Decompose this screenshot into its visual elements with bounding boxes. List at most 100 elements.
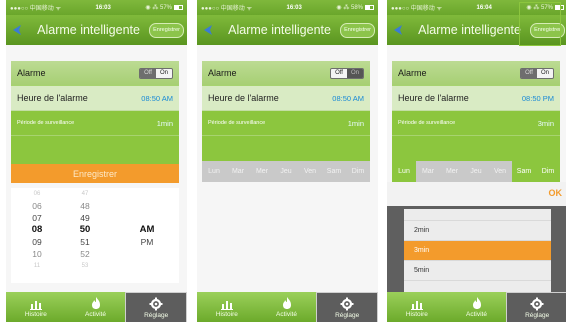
picker-selected-hour[interactable]: 08 (17, 224, 57, 236)
alarm-toggle[interactable]: Off On (139, 67, 173, 79)
toggle-off-option[interactable]: Off (331, 68, 347, 78)
hour-wheel[interactable]: 06 06 07 08 09 10 11 (17, 188, 57, 272)
status-time: 16:03 (95, 4, 111, 11)
picker-option[interactable]: 07 (17, 212, 57, 224)
back-button[interactable] (6, 15, 28, 45)
monitoring-period-value: 3min (537, 118, 554, 128)
monitoring-period-row[interactable]: Période de surveillance 1min (11, 111, 179, 136)
bar-chart-icon (29, 301, 42, 310)
picker-option[interactable]: PM (127, 236, 167, 248)
day-tue[interactable]: Mar (226, 161, 250, 182)
picker-selected-ampm[interactable]: AM (127, 224, 167, 236)
tab-activite[interactable]: Activité (257, 292, 317, 322)
tab-histoire[interactable]: Histoire (387, 292, 447, 322)
flame-icon (91, 297, 100, 309)
picker-option[interactable]: 51 (65, 236, 105, 248)
day-thu[interactable]: Jeu (274, 161, 298, 182)
toggle-on-option[interactable]: On (155, 68, 172, 78)
duration-option[interactable]: 5min (404, 261, 551, 281)
ampm-wheel[interactable]: AM PM (127, 188, 167, 248)
tab-histoire[interactable]: Histoire (197, 292, 257, 322)
day-sun[interactable]: Dim (346, 161, 370, 182)
day-mon[interactable]: Lun (392, 161, 416, 182)
alarm-label: Alarme (17, 68, 46, 78)
day-fri[interactable]: Ven (298, 161, 322, 182)
duration-picker[interactable]: 2min 3min 5min (404, 209, 551, 292)
save-button[interactable]: Enregistrer (149, 22, 184, 38)
ok-button[interactable]: OK (549, 188, 563, 198)
tab-label: Activité (466, 311, 487, 318)
battery-icon (365, 4, 374, 10)
status-bar: ●●●○○ 中国移动 ᯤ 16:03 ◉ ⁂ 58% (197, 0, 378, 15)
alarm-toggle[interactable]: Off On (520, 67, 554, 79)
alarm-time-row[interactable]: Heure de l'alarme 08:50 AM (11, 86, 179, 111)
picker-option[interactable]: 47 (65, 188, 105, 200)
tab-activite[interactable]: Activité (447, 292, 507, 322)
battery-status: ◉ ⁂ 58% (336, 4, 374, 11)
back-button[interactable] (387, 15, 409, 45)
back-button[interactable] (197, 15, 219, 45)
alarm-toggle[interactable]: Off On (330, 67, 364, 79)
tab-label: Réglage (525, 311, 550, 319)
status-time: 16:03 (286, 4, 302, 11)
picker-option[interactable]: 06 (17, 188, 57, 200)
tab-reglage[interactable]: Réglage (506, 292, 566, 322)
alarm-time-row[interactable]: Heure de l'alarme 08:50 PM (392, 86, 560, 111)
alarm-time-row[interactable]: Heure de l'alarme 08:50 AM (202, 86, 370, 111)
day-sat[interactable]: Sam (512, 161, 536, 182)
toggle-on-option[interactable]: On (536, 68, 553, 78)
picker-option[interactable]: 06 (17, 200, 57, 212)
picker-option[interactable]: 09 (17, 236, 57, 248)
monitoring-period-row[interactable]: Période de surveillance 3min (392, 111, 560, 136)
minute-wheel[interactable]: 47 48 49 50 51 52 53 (65, 188, 105, 272)
alarm-toggle-row: Alarme Off On (392, 61, 560, 86)
app-screenshots: ●●●○○ 中国移动 ᯤ 16:03 ◉ ⁂ 57% Alarme intell… (0, 0, 566, 322)
back-arrow-icon (13, 25, 21, 35)
tab-bar: Histoire Activité Réglage (6, 292, 187, 322)
day-fri[interactable]: Ven (488, 161, 512, 182)
picker-option[interactable]: 53 (65, 260, 105, 272)
page-title: Alarme intelligente (37, 23, 140, 37)
toggle-on-option[interactable]: On (346, 68, 363, 78)
save-button[interactable]: Enregistrer (340, 22, 375, 38)
settings-content: Alarme Off On Heure de l'alarme 08:50 AM… (6, 45, 187, 292)
time-picker[interactable]: 06 06 07 08 09 10 11 47 48 49 50 51 52 5… (11, 188, 179, 283)
day-sun[interactable]: Dim (536, 161, 560, 182)
toggle-off-option[interactable]: Off (140, 68, 156, 78)
tab-label: Activité (85, 311, 106, 318)
tab-label: Histoire (215, 311, 238, 318)
picker-option[interactable]: 52 (65, 248, 105, 260)
picker-option[interactable]: 48 (65, 200, 105, 212)
day-mon[interactable]: Lun (202, 161, 226, 182)
nav-bar: Alarme intelligente Enregistrer (197, 15, 378, 45)
duration-option-selected[interactable]: 3min (404, 241, 551, 261)
day-wed[interactable]: Mer (250, 161, 274, 182)
gear-icon (340, 297, 354, 310)
picker-option[interactable]: 10 (17, 248, 57, 260)
toggle-off-option[interactable]: Off (521, 68, 537, 78)
page-title: Alarme intelligente (418, 23, 521, 37)
monitoring-period-row[interactable]: Période de surveillance 1min (202, 111, 370, 136)
alarm-label: Alarme (398, 68, 427, 78)
alarm-settings-card: Alarme Off On Heure de l'alarme 08:50 AM… (11, 61, 179, 174)
tab-histoire[interactable]: Histoire (6, 292, 66, 322)
day-sat[interactable]: Sam (322, 161, 346, 182)
monitoring-period-value: 1min (347, 118, 364, 128)
tab-activite[interactable]: Activité (66, 292, 126, 322)
carrier-signal: ●●●○○ 中国移动 ᯤ (201, 6, 252, 12)
tab-reglage[interactable]: Réglage (125, 292, 187, 322)
status-bar: ●●●○○ 中国移动 ᯤ 16:03 ◉ ⁂ 57% (6, 0, 187, 15)
tab-reglage[interactable]: Réglage (316, 292, 378, 322)
picker-option[interactable]: 11 (17, 260, 57, 272)
monitoring-period-label: Période de surveillance (17, 120, 75, 126)
save-bar-button[interactable]: Enregistrer (11, 164, 179, 183)
duration-option[interactable]: 2min (404, 221, 551, 241)
day-tue[interactable]: Mar (416, 161, 440, 182)
picker-option[interactable]: 49 (65, 212, 105, 224)
duration-picker-panel: 2min 3min 5min (387, 206, 566, 292)
carrier-signal: ●●●○○ 中国移动 ᯤ (391, 6, 442, 12)
day-wed[interactable]: Mer (440, 161, 464, 182)
duration-option-faded (404, 209, 551, 221)
day-thu[interactable]: Jeu (464, 161, 488, 182)
picker-selected-minute[interactable]: 50 (65, 224, 105, 236)
